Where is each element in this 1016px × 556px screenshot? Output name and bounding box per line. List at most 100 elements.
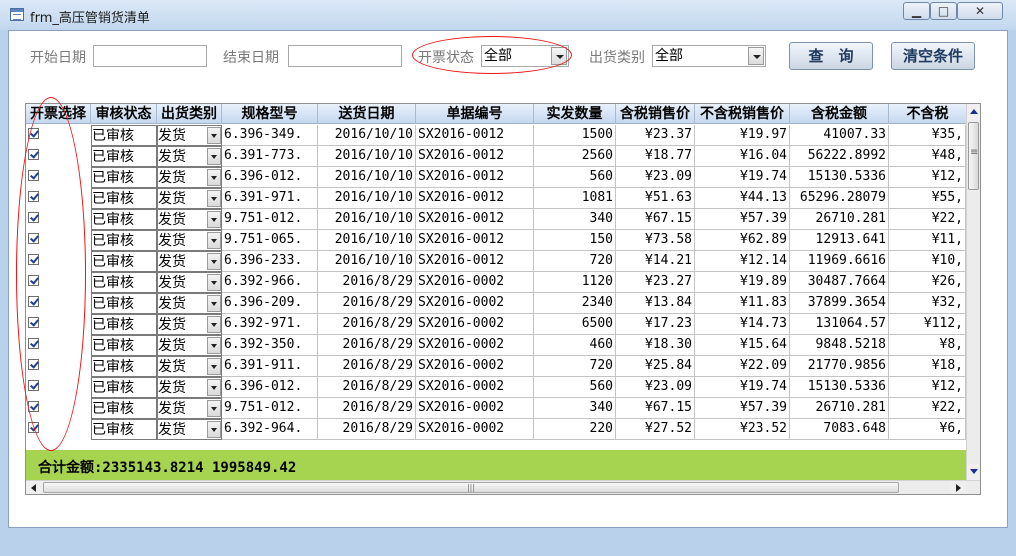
spec-cell[interactable]: 6.396-012. [222, 167, 318, 188]
amount-with-tax-cell[interactable]: 30487.7664 [790, 272, 889, 293]
audit-status-cell[interactable]: 已审核 [91, 188, 157, 209]
delivery-date-cell[interactable]: 2016/8/29 [318, 419, 416, 440]
chevron-down-icon[interactable] [207, 379, 221, 396]
amount-without-tax-cell[interactable]: ¥18, [889, 356, 966, 377]
price-with-tax-cell[interactable]: ¥13.84 [616, 293, 695, 314]
amount-without-tax-cell[interactable]: ¥32, [889, 293, 966, 314]
price-without-tax-cell[interactable]: ¥19.74 [695, 377, 790, 398]
amount-with-tax-cell[interactable]: 12913.641 [790, 230, 889, 251]
amount-without-tax-cell[interactable]: ¥48, [889, 146, 966, 167]
selection-checkbox[interactable] [26, 167, 91, 188]
quantity-cell[interactable]: 1081 [534, 188, 616, 209]
document-number-cell[interactable]: SX2016-0002 [416, 335, 534, 356]
spec-cell[interactable]: 6.396-209. [222, 293, 318, 314]
audit-status-cell[interactable]: 已审核 [91, 335, 157, 356]
price-without-tax-cell[interactable]: ¥23.52 [695, 419, 790, 440]
delivery-date-cell[interactable]: 2016/8/29 [318, 314, 416, 335]
ship-type-cell[interactable]: 发货 [157, 209, 222, 230]
audit-status-cell[interactable]: 已审核 [91, 209, 157, 230]
delivery-date-cell[interactable]: 2016/8/29 [318, 335, 416, 356]
horizontal-scroll-thumb[interactable]: ||| [43, 482, 899, 493]
amount-with-tax-cell[interactable]: 26710.281 [790, 209, 889, 230]
price-without-tax-cell[interactable]: ¥62.89 [695, 230, 790, 251]
selection-checkbox[interactable] [26, 272, 91, 293]
spec-cell[interactable]: 6.396-349. [222, 125, 318, 146]
ship-type-cell[interactable]: 发货 [157, 125, 222, 146]
amount-without-tax-cell[interactable]: ¥6, [889, 419, 966, 440]
checkbox-checked-icon[interactable] [28, 128, 39, 139]
price-without-tax-cell[interactable]: ¥11.83 [695, 293, 790, 314]
ship-type-cell[interactable]: 发货 [157, 167, 222, 188]
selection-checkbox[interactable] [26, 146, 91, 167]
checkbox-checked-icon[interactable] [28, 254, 39, 265]
ship-type-cell[interactable]: 发货 [157, 272, 222, 293]
price-with-tax-cell[interactable]: ¥73.58 [616, 230, 695, 251]
table-row[interactable]: 已审核 发货 6.391-971. 2016/10/10 SX2016-0012 1081… [26, 188, 966, 209]
end-date-input[interactable] [288, 45, 402, 67]
checkbox-checked-icon[interactable] [28, 380, 39, 391]
chevron-down-icon[interactable] [207, 316, 221, 333]
chevron-down-icon[interactable] [207, 274, 221, 291]
price-without-tax-cell[interactable]: ¥15.64 [695, 335, 790, 356]
chevron-down-icon[interactable] [207, 211, 221, 228]
ship-type-cell[interactable]: 发货 [157, 398, 222, 419]
chevron-down-icon[interactable] [748, 47, 764, 65]
document-number-cell[interactable]: SX2016-0012 [416, 167, 534, 188]
audit-status-cell[interactable]: 已审核 [91, 356, 157, 377]
selection-checkbox[interactable] [26, 419, 91, 440]
quantity-cell[interactable]: 2560 [534, 146, 616, 167]
chevron-down-icon[interactable] [207, 400, 221, 417]
scroll-down-icon[interactable] [967, 464, 980, 480]
price-with-tax-cell[interactable]: ¥67.15 [616, 209, 695, 230]
spec-cell[interactable]: 6.392-966. [222, 272, 318, 293]
ship-type-cell[interactable]: 发货 [157, 293, 222, 314]
selection-checkbox[interactable] [26, 314, 91, 335]
invoice-status-select[interactable]: 全部 [481, 45, 569, 67]
price-without-tax-cell[interactable]: ¥19.74 [695, 167, 790, 188]
column-header[interactable]: 开票选择 [26, 104, 91, 124]
document-number-cell[interactable]: SX2016-0002 [416, 293, 534, 314]
document-number-cell[interactable]: SX2016-0012 [416, 125, 534, 146]
query-button[interactable]: 查 询 [789, 42, 873, 70]
audit-status-cell[interactable]: 已审核 [91, 230, 157, 251]
checkbox-checked-icon[interactable] [28, 233, 39, 244]
document-number-cell[interactable]: SX2016-0002 [416, 398, 534, 419]
quantity-cell[interactable]: 720 [534, 356, 616, 377]
chevron-down-icon[interactable] [207, 127, 221, 144]
vertical-scrollbar[interactable] [966, 104, 980, 480]
vertical-scroll-thumb[interactable] [968, 122, 979, 190]
table-row[interactable]: 已审核 发货 6.392-971. 2016/8/29 SX2016-0002 6500 ¥… [26, 314, 966, 335]
amount-without-tax-cell[interactable]: ¥22, [889, 209, 966, 230]
quantity-cell[interactable]: 1120 [534, 272, 616, 293]
selection-checkbox[interactable] [26, 335, 91, 356]
column-header[interactable]: 规格型号 [222, 104, 318, 124]
checkbox-checked-icon[interactable] [28, 359, 39, 370]
delivery-date-cell[interactable]: 2016/10/10 [318, 167, 416, 188]
delivery-date-cell[interactable]: 2016/10/10 [318, 146, 416, 167]
quantity-cell[interactable]: 340 [534, 398, 616, 419]
checkbox-checked-icon[interactable] [28, 422, 39, 433]
price-without-tax-cell[interactable]: ¥57.39 [695, 398, 790, 419]
ship-type-cell[interactable]: 发货 [157, 314, 222, 335]
maximize-button[interactable]: □ [930, 2, 957, 20]
close-button[interactable]: ✕ [957, 2, 1003, 20]
table-row[interactable]: 已审核 发货 6.392-964. 2016/8/29 SX2016-0002 220 ¥2… [26, 419, 966, 440]
price-without-tax-cell[interactable]: ¥44.13 [695, 188, 790, 209]
amount-with-tax-cell[interactable]: 65296.28079 [790, 188, 889, 209]
amount-without-tax-cell[interactable]: ¥55, [889, 188, 966, 209]
table-row[interactable]: 已审核 发货 6.391-911. 2016/8/29 SX2016-0002 720 ¥2… [26, 356, 966, 377]
audit-status-cell[interactable]: 已审核 [91, 293, 157, 314]
price-with-tax-cell[interactable]: ¥23.37 [616, 125, 695, 146]
column-header[interactable]: 含税金额 [790, 104, 889, 124]
table-row[interactable]: 已审核 发货 6.392-350. 2016/8/29 SX2016-0002 460 ¥1… [26, 335, 966, 356]
quantity-cell[interactable]: 1500 [534, 125, 616, 146]
chevron-down-icon[interactable] [207, 190, 221, 207]
ship-type-cell[interactable]: 发货 [157, 377, 222, 398]
chevron-down-icon[interactable] [207, 169, 221, 186]
quantity-cell[interactable]: 560 [534, 167, 616, 188]
chevron-down-icon[interactable] [207, 295, 221, 312]
selection-checkbox[interactable] [26, 377, 91, 398]
amount-with-tax-cell[interactable]: 7083.648 [790, 419, 889, 440]
amount-with-tax-cell[interactable]: 9848.5218 [790, 335, 889, 356]
document-number-cell[interactable]: SX2016-0002 [416, 314, 534, 335]
